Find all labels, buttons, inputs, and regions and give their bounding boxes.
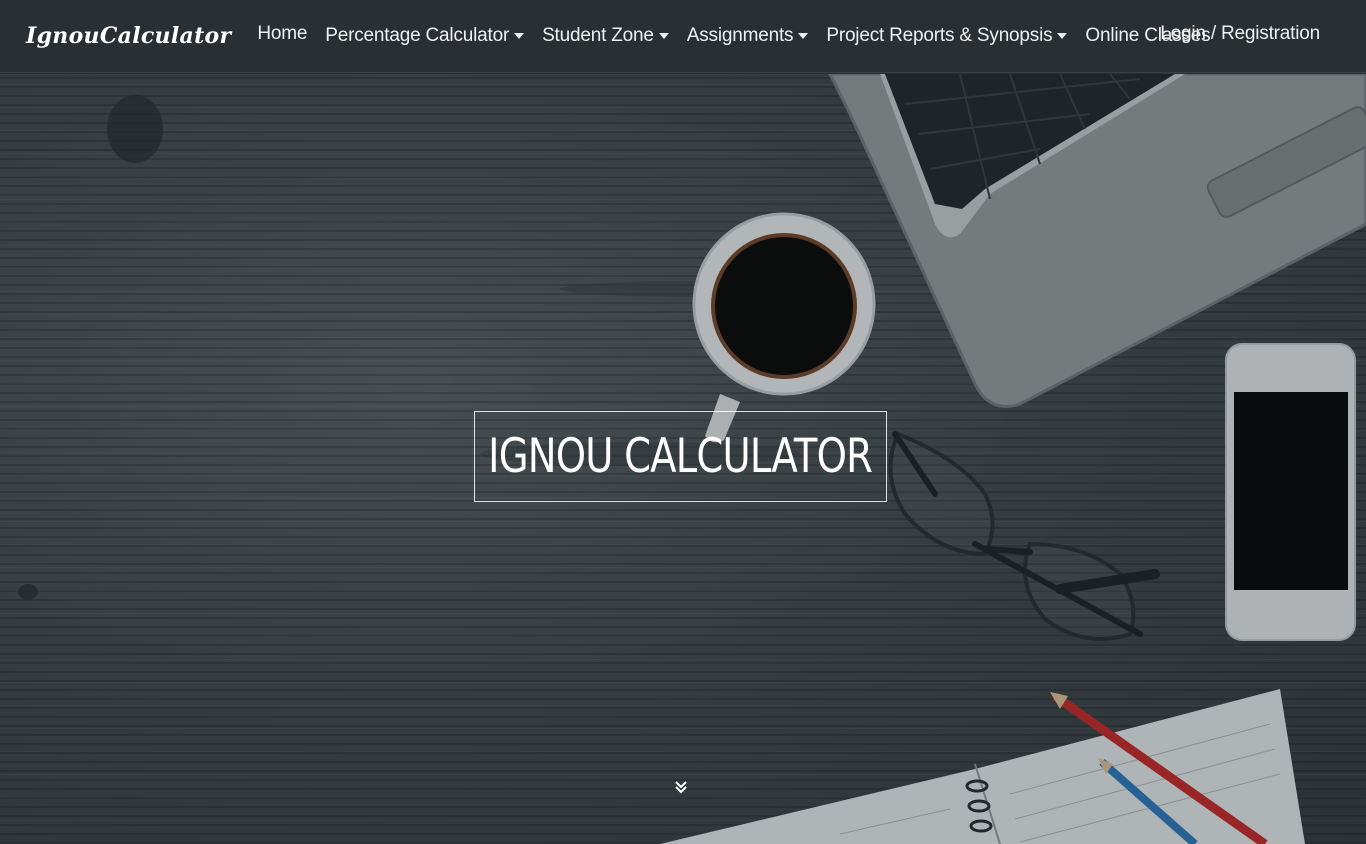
nav-project-reports-dropdown[interactable]: Project Reports & Synopsis: [826, 25, 1068, 47]
nav-percentage-calculator-dropdown[interactable]: Percentage Calculator: [325, 25, 525, 47]
nav-project-reports-label: Project Reports & Synopsis: [826, 25, 1053, 46]
nav-links: Home Percentage Calculator Student Zone …: [257, 23, 1228, 47]
nav-assignments-label: Assignments: [686, 25, 794, 46]
hero-title-box: IGNOU CALCULATOR: [474, 411, 887, 502]
login-registration-link[interactable]: Login / Registration: [1160, 23, 1320, 45]
caret-down-icon: [798, 33, 809, 39]
caret-down-icon: [1057, 33, 1068, 39]
navbar: IgnouCalculator Home Percentage Calculat…: [0, 0, 1366, 73]
caret-down-icon: [658, 33, 669, 39]
brand-logo[interactable]: IgnouCalculator: [26, 23, 231, 49]
hero-section: IGNOU CALCULATOR: [0, 74, 1366, 844]
nav-home[interactable]: Home: [257, 23, 307, 45]
caret-down-icon: [514, 33, 525, 39]
nav-assignments-dropdown[interactable]: Assignments: [687, 25, 809, 47]
nav-student-zone-dropdown[interactable]: Student Zone: [542, 25, 669, 47]
double-chevron-down-icon[interactable]: [674, 779, 688, 795]
nav-student-zone-label: Student Zone: [542, 25, 654, 46]
hero-title: IGNOU CALCULATOR: [488, 429, 874, 484]
nav-percentage-calculator-label: Percentage Calculator: [325, 25, 510, 46]
nav-home-label: Home: [257, 23, 308, 44]
